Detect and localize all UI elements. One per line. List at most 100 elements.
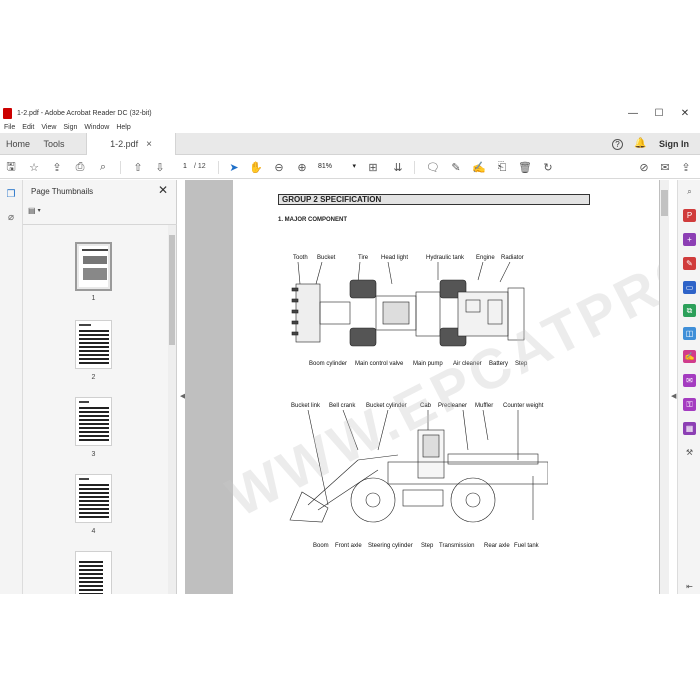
right-tools-pane: ⌕ P + ✎ ▭ ⧉ ◫ ✍ ✉ ⚿ ▦ ⚒ ⇤ [677,180,700,594]
thumbnail-page-5[interactable] [75,551,112,594]
menu-file[interactable]: File [4,124,15,131]
loader-side-view-drawing [289,410,548,523]
search-icon[interactable]: ⌕ [683,185,696,198]
thumbnails-panel: Page Thumbnails ✕ ▤ ▾ 1 2 3 4 [23,180,177,594]
fill-sign-icon[interactable]: ✍ [683,350,696,363]
sign-in-button[interactable]: Sign In [659,133,689,155]
close-tab-icon[interactable]: × [146,139,152,150]
bookmark-star-icon[interactable]: ☆ [26,160,42,175]
maximize-button[interactable]: ☐ [646,105,672,122]
organize-pages-icon[interactable]: ◫ [683,327,696,340]
prepare-form-icon[interactable]: ▦ [683,422,696,435]
zoom-select[interactable]: 81% ▾ [318,161,356,173]
help-icon: ? [612,138,623,150]
menu-window[interactable]: Window [84,124,109,131]
label-hydraulic-tank: Hydraulic tank [426,255,465,261]
page-thumbnails-icon[interactable]: ❐ [5,188,17,200]
label-fuel-tank: Fuel tank [514,543,539,549]
delete-icon[interactable]: 🗑 [517,160,533,175]
label-battery: Battery [489,361,509,367]
menu-sign[interactable]: Sign [63,124,77,131]
tab-tools[interactable]: Tools [36,133,72,155]
export-pdf-icon[interactable]: P [683,209,696,222]
send-for-signature-icon[interactable]: ✉ [683,374,696,387]
section-header: GROUP 2 SPECIFICATION [278,194,590,205]
label-boom: Boom [313,543,329,549]
page-total: / 12 [194,163,206,170]
tab-bar: Home Tools 1-2.pdf × ? 🔔 Sign In [0,133,700,155]
panel-scrollbar[interactable] [168,225,176,594]
share-icon[interactable]: ⇪ [678,160,694,175]
document-scrollbar[interactable] [660,180,669,594]
page-number-input[interactable]: 1 [178,161,192,173]
label-front-axle: Front axle [335,543,362,549]
thumbnail-number: 2 [91,374,96,381]
window-title: 1-2.pdf - Adobe Acrobat Reader DC (32-bi… [17,110,152,117]
thumbnail-page-4[interactable] [75,474,112,523]
label-main-pump: Main pump [413,361,443,367]
collapse-tools-icon[interactable]: ⇤ [683,580,696,593]
hand-tool-icon[interactable]: ✋ [248,160,264,175]
select-cursor-icon[interactable]: ➤ [226,160,242,175]
previous-page-icon[interactable]: ⇧ [130,160,146,175]
protect-icon[interactable]: ⚿ [683,398,696,411]
thumbnail-page-1[interactable] [75,242,112,291]
list-icon: ▤ [28,205,36,215]
thumbnail-number: 1 [91,295,96,302]
label-tooth: Tooth [293,255,308,261]
thumbnail-options-button[interactable]: ▤ ▾ [28,204,46,216]
panel-title: Page Thumbnails [31,187,94,196]
tab-home[interactable]: Home [0,133,36,155]
comment-icon[interactable]: 🗨 [425,160,441,175]
attachment-icon[interactable]: ⌀ [5,211,17,223]
zoom-out-icon[interactable]: ⊖ [271,160,287,175]
print-icon[interactable]: ⎙ [72,160,88,175]
search-icon[interactable]: ⌕ [95,160,111,175]
thumbnail-list: 1 2 3 4 [23,225,169,594]
combine-files-icon[interactable]: ⧉ [683,304,696,317]
label-main-control-valve: Main control valve [355,361,404,367]
label-muffler: Muffler [475,403,494,409]
stamp-icon[interactable]: ⎗ [494,160,510,175]
create-pdf-icon[interactable]: + [683,233,696,246]
help-button[interactable]: ? [612,133,623,155]
toolbar-divider [120,161,121,174]
draw-icon[interactable]: ✍ [471,160,487,175]
close-panel-icon[interactable]: ✕ [158,183,168,197]
menu-view[interactable]: View [41,124,56,131]
comment-tool-icon[interactable]: ▭ [683,281,696,294]
menu-edit[interactable]: Edit [22,124,34,131]
scroll-mode-icon[interactable]: ⇊ [390,160,406,175]
menu-bar: File Edit View Sign Window Help [0,122,700,133]
page-fit-icon[interactable]: ⊞ [365,160,381,175]
next-page-icon[interactable]: ⇩ [152,160,168,175]
label-step: Step [515,361,528,367]
highlight-pen-icon[interactable]: ✎ [448,160,464,175]
menu-help[interactable]: Help [116,124,130,131]
collapse-right-panel-icon[interactable]: ◀ [671,392,676,400]
more-tools-icon[interactable]: ⚒ [683,446,696,459]
tab-document-label: 1-2.pdf [110,139,139,149]
thumbnail-page-3[interactable] [75,397,112,446]
zoom-in-icon[interactable]: ⊕ [294,160,310,175]
close-window-button[interactable]: ✕ [672,105,698,122]
upload-icon[interactable]: ⇪ [49,160,65,175]
thumbnail-page-2[interactable] [75,320,112,369]
zoom-value: 81% [318,163,333,170]
notifications-button[interactable]: 🔔 [634,133,646,155]
toggle-icon[interactable]: ⊘ [636,160,652,175]
tab-document[interactable]: 1-2.pdf × [86,133,176,155]
label-boom-cylinder: Boom cylinder [309,361,348,367]
left-navigation-strip: ❐ ⌀ [0,180,23,594]
title-bar: 1-2.pdf - Adobe Acrobat Reader DC (32-bi… [0,105,700,122]
main-toolbar: 🖫 ☆ ⇪ ⎙ ⌕ ⇧ ⇩ 1 / 12 ➤ ✋ ⊖ ⊕ 81% ▾ ⊞ ⇊ 🗨… [0,156,700,179]
label-bucket-cylinder: Bucket cylinder [366,403,407,409]
loader-top-view-drawing [291,262,525,347]
toolbar-divider [414,161,415,174]
edit-pdf-icon[interactable]: ✎ [683,257,696,270]
minimize-button[interactable]: — [620,105,646,122]
mail-icon[interactable]: ✉ [657,160,673,175]
rotate-icon[interactable]: ↻ [540,160,556,175]
save-icon[interactable]: 🖫 [3,160,19,175]
label-bell-crank: Bell crank [329,403,356,409]
